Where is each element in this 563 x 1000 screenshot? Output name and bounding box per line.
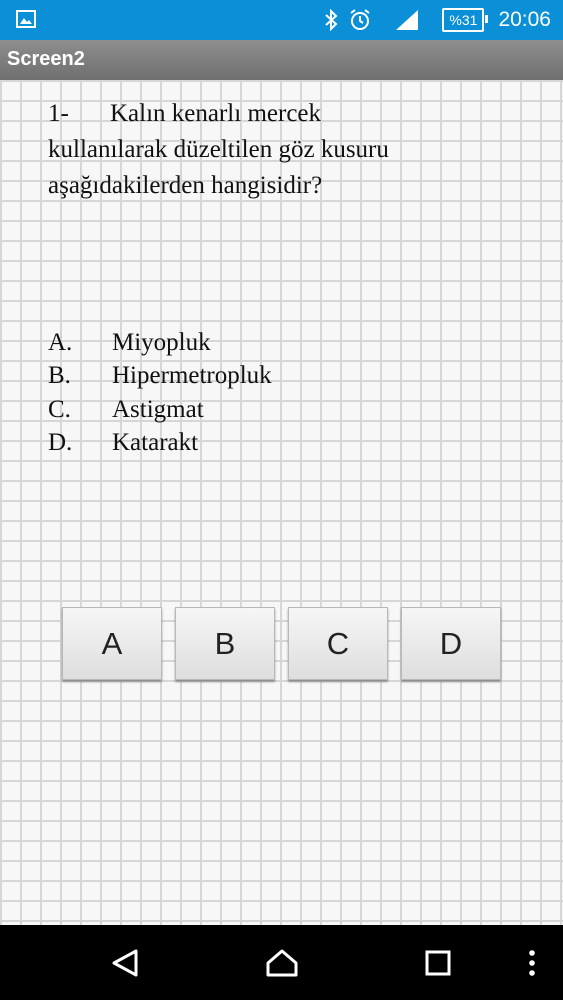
clock: 20:06 bbox=[498, 8, 551, 31]
battery-icon: %31 bbox=[442, 8, 489, 32]
question-text: 1- Kalın kenarlı mercek kullanılarak düze… bbox=[48, 96, 488, 204]
option-letter: D. bbox=[48, 429, 73, 457]
option-text: Katarakt bbox=[112, 429, 199, 457]
question-line-3: aşağıdakilerden hangisidir? bbox=[48, 172, 323, 199]
recents-button[interactable] bbox=[408, 925, 468, 1000]
question-line-1: Kalın kenarlı mercek bbox=[110, 100, 322, 127]
option-b: B. Hipermetropluk bbox=[48, 360, 272, 394]
question-number: 1- bbox=[48, 100, 69, 127]
question-line-2: kullanılarak düzeltilen göz kusuru bbox=[48, 136, 389, 163]
recents-icon bbox=[425, 950, 451, 975]
answer-d-button[interactable]: D bbox=[401, 607, 501, 680]
option-letter: C. bbox=[48, 395, 71, 423]
option-text: Astigmat bbox=[112, 395, 204, 423]
option-letter: B. bbox=[48, 362, 71, 390]
image-icon bbox=[16, 10, 36, 28]
signal-icon bbox=[396, 10, 419, 30]
option-text: Hipermetropluk bbox=[112, 362, 272, 390]
navigation-bar bbox=[0, 925, 563, 1000]
back-button[interactable] bbox=[95, 925, 155, 1000]
answer-a-button[interactable]: A bbox=[62, 607, 162, 680]
home-button[interactable] bbox=[252, 925, 312, 1000]
option-letter: A. bbox=[48, 328, 73, 356]
option-d: D. Katarakt bbox=[48, 427, 272, 461]
bluetooth-icon bbox=[325, 9, 338, 31]
title-bar: Screen2 bbox=[0, 40, 563, 80]
status-bar: %31 20:06 bbox=[0, 0, 563, 40]
answer-buttons: A B C D bbox=[62, 607, 501, 680]
battery-level: %31 bbox=[449, 12, 478, 28]
option-c: C. Astigmat bbox=[48, 393, 272, 427]
question-area: 1- Kalın kenarlı mercek kullanılarak düze… bbox=[0, 80, 563, 925]
answer-c-button[interactable]: C bbox=[288, 607, 388, 680]
options-list: A. Miyopluk B. Hipermetropluk C. Astigma… bbox=[48, 326, 272, 460]
menu-icon bbox=[529, 949, 535, 976]
menu-button[interactable] bbox=[502, 925, 562, 1000]
option-text: Miyopluk bbox=[112, 328, 211, 356]
screen-title: Screen2 bbox=[7, 48, 85, 70]
option-a: A. Miyopluk bbox=[48, 326, 272, 360]
home-icon bbox=[266, 949, 298, 976]
alarm-icon bbox=[350, 9, 371, 30]
answer-b-button[interactable]: B bbox=[175, 607, 275, 680]
back-icon bbox=[112, 949, 138, 976]
